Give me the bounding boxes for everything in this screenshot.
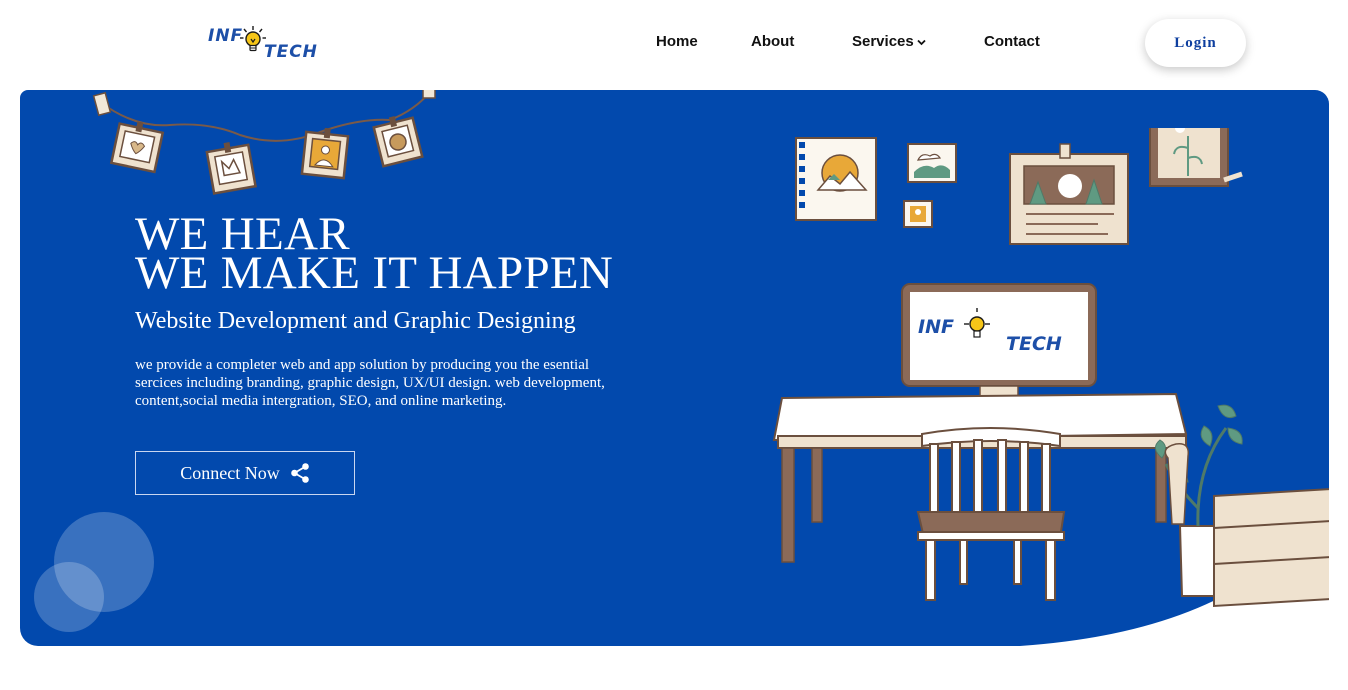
monitor-logo-word-left: INF <box>918 316 954 338</box>
nav-services-label: Services <box>852 33 914 50</box>
lightbulb-icon <box>240 26 266 52</box>
site-header: INF TECH Home About Services Contact Log… <box>0 0 1348 88</box>
chevron-down-icon <box>917 39 926 45</box>
hero-headline: WE HEAR WE MAKE IT HAPPEN <box>135 211 613 297</box>
hero-headline-line2: WE MAKE IT HAPPEN <box>135 247 614 299</box>
cabinet-illustration <box>1213 488 1329 608</box>
monitor-illustration: INF TECH <box>901 283 1097 413</box>
logo-word-right: TECH <box>264 42 318 62</box>
decorative-circle-small <box>34 562 104 632</box>
wall-picture-clouds <box>907 143 957 183</box>
hero-description: we provide a completer web and app solut… <box>135 357 605 409</box>
wall-picture-flower <box>1149 128 1243 187</box>
hero-subheadline: Website Development and Graphic Designin… <box>135 308 576 334</box>
logo-word-left: INF <box>208 26 244 46</box>
photo-garland-illustration <box>92 90 436 195</box>
nav-home[interactable]: Home <box>656 33 698 50</box>
nav-about[interactable]: About <box>751 33 794 50</box>
connect-now-label: Connect Now <box>180 462 280 483</box>
nav-services[interactable]: Services <box>852 33 926 50</box>
login-button[interactable]: Login <box>1145 19 1246 67</box>
hero-banner: WE HEAR WE MAKE IT HAPPEN Website Develo… <box>20 90 1329 646</box>
connect-now-button[interactable]: Connect Now <box>135 451 355 495</box>
workspace-illustration: INF TECH <box>772 128 1329 608</box>
wall-picture-small <box>903 200 933 228</box>
nav-contact[interactable]: Contact <box>984 33 1040 50</box>
wall-picture-landscape <box>1009 143 1129 245</box>
site-logo[interactable]: INF TECH <box>206 22 318 66</box>
wall-picture-sun <box>795 137 877 221</box>
chair-illustration <box>916 427 1066 601</box>
monitor-logo-word-right: TECH <box>1006 333 1062 355</box>
share-icon <box>290 463 309 483</box>
